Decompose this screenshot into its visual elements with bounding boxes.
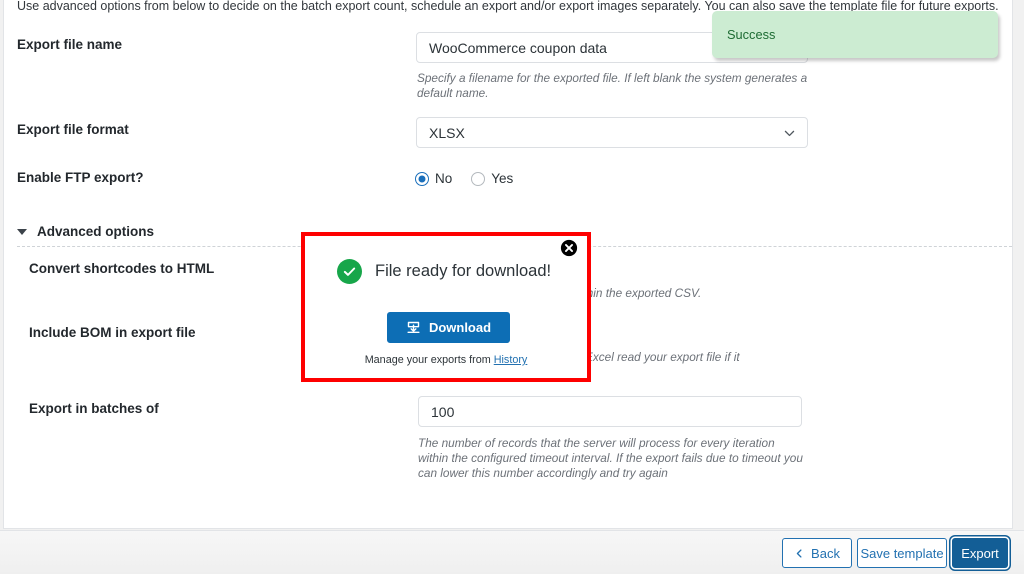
export-file-format-value: XLSX: [429, 124, 465, 141]
download-button-label: Download: [428, 320, 492, 335]
export-batch-size-input[interactable]: 100: [418, 396, 802, 427]
help-export-in-batches: The number of records that the server wi…: [418, 436, 803, 480]
label-convert-shortcodes: Convert shortcodes to HTML: [29, 261, 215, 276]
back-button[interactable]: Back: [782, 538, 852, 568]
chevron-left-icon: [794, 548, 805, 559]
modal-footer-text: Manage your exports from History: [305, 354, 587, 366]
advanced-options-title: Advanced options: [37, 224, 155, 239]
download-ready-modal: File ready for download! Download Manage…: [305, 236, 587, 378]
help-export-file-name: Specify a filename for the exported file…: [417, 71, 808, 100]
download-tray-icon: [406, 320, 421, 335]
radio-yes-indicator: [471, 171, 486, 186]
label-export-file-name: Export file name: [17, 37, 123, 52]
history-link[interactable]: History: [494, 354, 528, 366]
modal-headline: File ready for download!: [337, 259, 551, 284]
modal-title: File ready for download!: [375, 262, 552, 280]
save-template-button-label: Save template: [860, 545, 944, 561]
download-button[interactable]: Download: [387, 312, 510, 343]
modal-footer-prefix: Manage your exports from: [364, 354, 494, 366]
download-ready-modal-highlight: File ready for download! Download Manage…: [301, 232, 591, 382]
radio-no-label: No: [435, 171, 453, 186]
check-circle-icon: [337, 259, 362, 284]
back-button-label: Back: [811, 545, 840, 561]
caret-down-icon: [17, 228, 27, 235]
page-footer: Back Save template Export: [0, 530, 1024, 574]
label-export-file-format: Export file format: [17, 122, 129, 137]
success-toast[interactable]: Success: [712, 11, 998, 58]
advanced-options-toggle[interactable]: Advanced options: [17, 224, 154, 239]
chevron-down-icon: [783, 126, 796, 139]
save-template-button[interactable]: Save template: [857, 538, 947, 568]
export-button-label: Export: [961, 545, 999, 561]
export-button[interactable]: Export: [952, 538, 1008, 568]
label-include-bom: Include BOM in export file: [29, 325, 196, 340]
radio-option-no[interactable]: No: [415, 171, 462, 186]
export-settings-page: Use advanced options from below to decid…: [0, 0, 1024, 574]
close-circle-icon[interactable]: [560, 239, 578, 257]
success-toast-message: Success: [727, 27, 776, 42]
export-file-format-select[interactable]: XLSX: [416, 117, 808, 148]
ftp-export-radio-group: No Yes: [415, 171, 523, 186]
label-export-in-batches: Export in batches of: [29, 401, 159, 416]
radio-option-yes[interactable]: Yes: [471, 171, 523, 186]
radio-no-indicator: [415, 171, 429, 186]
label-enable-ftp-export: Enable FTP export?: [17, 170, 144, 185]
radio-yes-label: Yes: [491, 171, 514, 186]
